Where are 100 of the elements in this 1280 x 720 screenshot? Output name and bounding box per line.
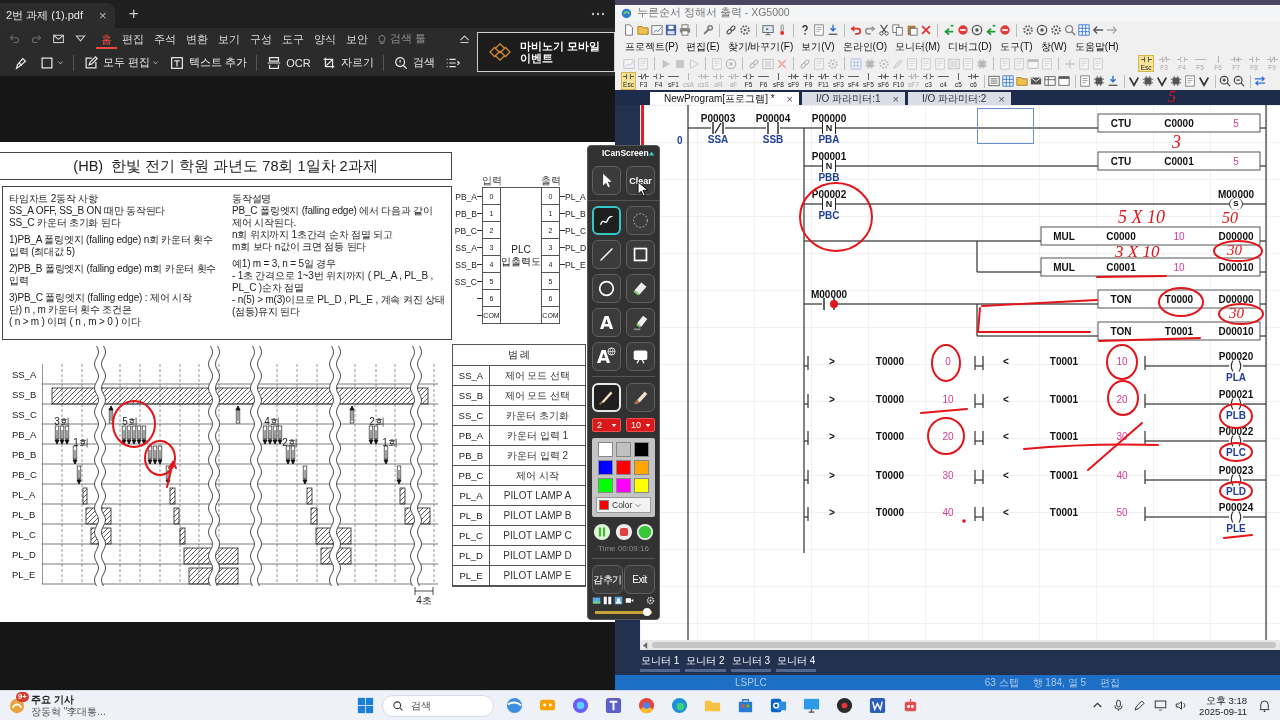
closed-contact-icon[interactable] [711,122,725,134]
close-tab-button[interactable]: × [786,92,793,105]
no-entry-icon[interactable] [957,24,969,36]
menu-item[interactable]: 찾기/바꾸기(F) [727,40,794,54]
disc-icon[interactable] [835,696,854,715]
editor-tab[interactable]: I/O 파라미터:2 × [907,92,1011,105]
bell-icon[interactable] [1257,698,1272,713]
menu-item[interactable]: 프로젝트(P) [625,40,679,54]
output-coil-icon[interactable] [1229,360,1243,372]
monitor-tab[interactable]: 모니터 3 [730,653,772,672]
grid-icon[interactable] [1002,75,1014,87]
no-entry-icon[interactable] [999,24,1011,36]
clock-time[interactable]: 오후 3:18 [1205,694,1247,706]
select-tool-button[interactable] [592,166,621,196]
ribbon-tab[interactable]: 주석 [149,28,181,49]
monitor-tab[interactable]: 모니터 1 [640,653,681,672]
freehand-tool-button[interactable] [592,206,621,236]
target-icon[interactable] [1036,24,1048,36]
search-button[interactable]: 검색 [387,52,440,73]
ellipsis-icon[interactable] [591,12,605,16]
v-shape-icon[interactable] [1156,75,1168,87]
triangle-left-icon[interactable] [643,641,648,649]
monitor-icon[interactable] [802,696,821,715]
scissors-icon[interactable] [878,24,890,36]
eraser-tool-button[interactable] [626,274,655,304]
editor-tab[interactable]: I/O 파라미터:1 × [802,92,905,105]
w-tile-icon[interactable] [868,696,887,715]
triangle-down-icon[interactable] [74,32,87,45]
swatch-icon[interactable] [616,442,631,458]
download-icon[interactable] [1107,75,1119,87]
v-shape-icon[interactable] [1128,75,1140,87]
stop-icon[interactable] [614,523,633,542]
scrollbar-thumb[interactable] [652,642,1276,648]
pen-button[interactable] [592,383,621,413]
line-tool-button[interactable] [592,240,621,270]
display-icon[interactable] [1153,698,1169,713]
output-coil-icon[interactable] [1229,435,1243,447]
folder-icon[interactable] [637,24,649,36]
gear-icon[interactable] [1050,24,1062,36]
bag-icon[interactable] [736,696,755,715]
triangle-up-icon[interactable] [648,150,654,156]
redo-icon[interactable] [30,32,43,45]
envelope-icon[interactable] [52,32,65,45]
pause-icon[interactable] [593,523,611,542]
falling-edge-contact[interactable]: N [822,198,836,210]
settings-icon[interactable] [646,595,655,605]
zoom-in-icon[interactable] [1219,75,1231,87]
ribbon-tab[interactable]: 편집 [117,28,149,49]
ball-icon[interactable] [505,696,524,715]
clipboard-icon[interactable] [906,24,918,36]
web-text-tool-button[interactable]: A [592,342,621,372]
opacity-slider[interactable] [595,608,652,616]
search-tool-link[interactable]: 검색 툴 [376,31,427,46]
o-tile-icon[interactable] [769,696,788,715]
menu-item[interactable]: 편집(E) [686,40,720,54]
swatch-icon[interactable] [598,478,613,494]
search-icon[interactable] [1064,24,1076,36]
menu-item[interactable]: 디버그(D) [948,40,992,54]
hide-button[interactable]: 감추기 [592,565,623,594]
gear-icon[interactable] [1022,24,1034,36]
text-tool-button[interactable]: A [592,308,621,338]
chip-icon[interactable] [1093,75,1105,87]
ribbon-tab[interactable]: 도구 [277,28,309,49]
swatch-icon[interactable] [616,478,631,494]
link-icon[interactable] [725,24,737,36]
output-coil-icon[interactable] [1229,398,1243,410]
menu-item[interactable]: 도움말(H) [1074,40,1119,54]
falling-edge-contact[interactable]: N [822,160,836,172]
wave-logo-icon[interactable] [670,696,689,715]
arrow-icon[interactable] [943,24,955,36]
exit-button[interactable]: Exit [624,565,655,594]
size-dropdown[interactable]: 2 [592,418,621,433]
swatch-icon[interactable] [634,442,649,458]
output-coil-icon[interactable] [1229,511,1243,523]
grid-icon[interactable] [1078,24,1090,36]
ocr-button[interactable]: OCR [261,52,316,73]
menu-item[interactable]: 창(W) [1040,40,1067,54]
table-icon[interactable] [1044,75,1056,87]
crop-button[interactable]: 자르기 [315,52,379,73]
caret-up-icon[interactable] [458,32,471,45]
list-icon[interactable] [988,75,1000,87]
envelope-icon[interactable] [1030,75,1042,87]
record-icon[interactable] [636,523,654,542]
monitor-tab[interactable]: 모니터 2 [685,653,726,672]
set-coil[interactable]: S [1229,198,1243,210]
question-mark-icon[interactable] [799,24,811,36]
size-dropdown[interactable]: 10 [626,418,655,433]
columns-icon[interactable] [603,595,612,605]
ribbon-tab[interactable]: 양식 [309,28,341,49]
search-field[interactable]: 검색 [382,694,494,717]
copy-icon[interactable] [892,24,904,36]
document-tab[interactable]: 2번 과제 (1).pdf × [0,3,115,28]
color-dropdown[interactable]: Color [596,497,651,514]
t-tile-icon[interactable] [604,696,623,715]
highlighter-tool-button[interactable] [626,308,655,338]
chip-icon[interactable] [1142,75,1154,87]
swatch-icon[interactable] [616,460,631,476]
menu-item[interactable]: 온라인(O) [842,40,888,54]
rectangle-tool-button[interactable] [626,240,655,270]
swatch-icon[interactable] [598,442,613,458]
